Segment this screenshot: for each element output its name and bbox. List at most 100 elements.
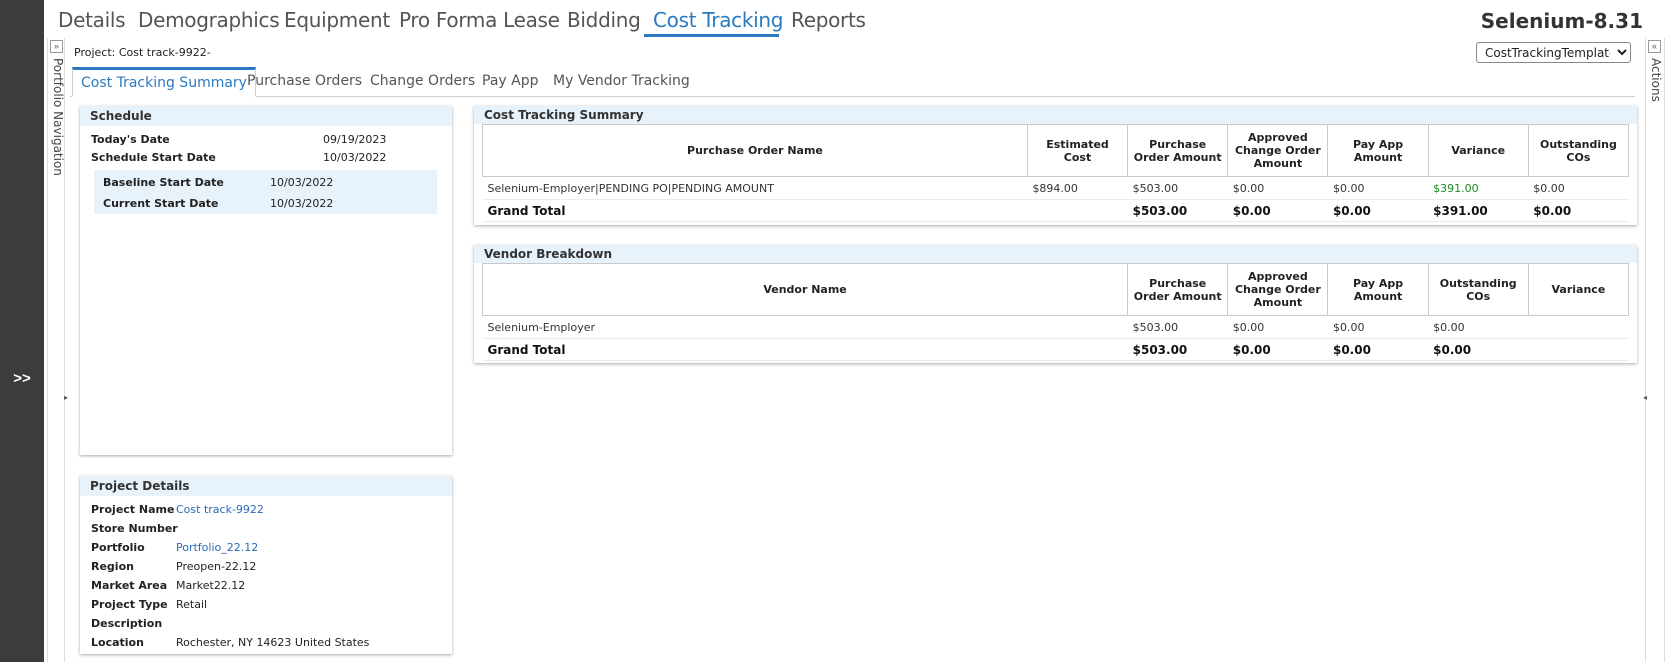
expand-button[interactable]: >>	[0, 370, 44, 387]
table-cell: $0.00	[1528, 176, 1629, 200]
table-cell: $0.00	[1327, 199, 1429, 222]
app-brand: Selenium-8.31	[1480, 9, 1643, 33]
cost-tracking-summary-panel: Cost Tracking Summary Purchase Order Nam…	[474, 106, 1637, 225]
cost-summary-title: Cost Tracking Summary	[474, 106, 1637, 124]
table-cell: Grand Total	[482, 338, 1128, 361]
caret-left-icon[interactable]: ◂	[1643, 393, 1647, 402]
template-select[interactable]: CostTrackingTemplate	[1476, 42, 1631, 63]
schedule-start-label: Schedule Start Date	[91, 151, 216, 164]
column-header[interactable]: Variance	[1527, 263, 1630, 316]
table-cell: $0.00	[1227, 199, 1328, 222]
project-label: Project: Cost track-9922-	[74, 46, 211, 59]
tab-equipment[interactable]: Equipment	[284, 8, 390, 32]
caret-right-icon[interactable]: ▸	[64, 393, 68, 402]
table-cell: $0.00	[1227, 338, 1328, 361]
baseline-start-label: Baseline Start Date	[103, 176, 224, 189]
project-type-value: Retail	[176, 598, 208, 611]
table-cell: $0.00	[1428, 338, 1529, 361]
column-header[interactable]: Outstanding COs	[1427, 263, 1529, 316]
region-value: Preopen-22.12	[176, 560, 257, 573]
location-value: Rochester, NY 14623 United States	[176, 636, 370, 649]
description-label: Description	[91, 617, 163, 630]
schedule-dates-block: Baseline Start Date 10/03/2022 Current S…	[94, 170, 437, 214]
table-cell: $0.00	[1428, 315, 1529, 339]
left-rail: >>	[0, 0, 44, 662]
project-name-link[interactable]: Cost track-9922	[176, 503, 264, 516]
actions-panel: « Actions ◂	[1643, 38, 1665, 662]
column-header[interactable]: Approved Change Order Amount	[1227, 263, 1329, 316]
todays-date-label: Today's Date	[91, 133, 170, 146]
table-cell	[1528, 338, 1629, 361]
sub-tabs: Cost Tracking Summary Purchase Orders Ch…	[70, 67, 1635, 97]
current-start-value: 10/03/2022	[270, 197, 334, 210]
location-label: Location	[91, 636, 144, 649]
baseline-start-value: 10/03/2022	[270, 176, 334, 189]
vendor-breakdown-title: Vendor Breakdown	[474, 245, 1637, 263]
portfolio-navigation-panel: » Portfolio Navigation ▸	[47, 38, 68, 662]
tab-bidding[interactable]: Bidding	[567, 8, 641, 32]
table-cell: $0.00	[1227, 315, 1328, 339]
project-name-label: Project Name	[91, 503, 175, 516]
double-chevron-right-icon[interactable]: »	[50, 40, 63, 53]
table-cell: $0.00	[1227, 176, 1328, 200]
store-number-label: Store Number	[91, 522, 178, 535]
project-details-panel: Project Details Project Name Cost track-…	[80, 476, 452, 654]
market-area-label: Market Area	[91, 579, 168, 592]
table-cell: Selenium-Employer	[482, 315, 1128, 339]
actions-label[interactable]: Actions	[1649, 58, 1663, 102]
column-header[interactable]: Outstanding COs	[1527, 124, 1630, 177]
table-cell: $391.00	[1428, 199, 1529, 222]
active-tab-underline	[644, 34, 779, 37]
project-type-label: Project Type	[91, 598, 168, 611]
project-details-title: Project Details	[80, 476, 452, 496]
tab-details[interactable]: Details	[58, 8, 126, 32]
subtab-pay-app[interactable]: Pay App	[482, 73, 538, 89]
column-header[interactable]: Pay App Amount	[1327, 263, 1429, 316]
column-header[interactable]: Purchase Order Amount	[1127, 263, 1229, 316]
subtab-my-vendor-tracking[interactable]: My Vendor Tracking	[553, 73, 690, 89]
table-cell: $0.00	[1327, 176, 1429, 200]
table-row[interactable]: Selenium-Employer|PENDING PO|PENDING AMO…	[482, 176, 1629, 200]
table-header-row: Vendor Name Purchase Order Amount Approv…	[481, 263, 1630, 316]
main-nav: Details Demographics Equipment Pro Forma…	[48, 0, 1669, 38]
portfolio-label: Portfolio	[91, 541, 145, 554]
current-start-label: Current Start Date	[103, 197, 219, 210]
subtab-cost-tracking-summary[interactable]: Cost Tracking Summary	[72, 67, 256, 97]
table-cell: $0.00	[1327, 338, 1429, 361]
table-cell	[1528, 315, 1629, 339]
column-header[interactable]: Purchase Order Amount	[1127, 124, 1229, 177]
column-header[interactable]: Approved Change Order Amount	[1227, 124, 1329, 177]
todays-date-value: 09/19/2023	[323, 133, 387, 146]
column-header[interactable]: Estimated Cost	[1026, 124, 1129, 177]
table-cell: $391.00	[1428, 176, 1529, 200]
portfolio-navigation-label[interactable]: Portfolio Navigation	[51, 58, 65, 176]
table-cell: $0.00	[1528, 199, 1629, 222]
grand-total-row: Grand Total $503.00 $0.00 $0.00 $391.00 …	[482, 199, 1629, 222]
tab-pro-forma-lease[interactable]: Pro Forma Lease	[399, 8, 560, 32]
column-header[interactable]: Variance	[1427, 124, 1529, 177]
tab-demographics[interactable]: Demographics	[138, 8, 280, 32]
table-cell: $503.00	[1127, 176, 1228, 200]
subtab-purchase-orders[interactable]: Purchase Orders	[247, 73, 362, 89]
portfolio-link[interactable]: Portfolio_22.12	[176, 541, 258, 554]
vendor-breakdown-panel: Vendor Breakdown Vendor Name Purchase Or…	[474, 245, 1637, 363]
region-label: Region	[91, 560, 134, 573]
table-cell	[1027, 199, 1128, 222]
vendor-breakdown-table: Vendor Name Purchase Order Amount Approv…	[481, 263, 1630, 361]
table-row[interactable]: Selenium-Employer $503.00 $0.00 $0.00 $0…	[482, 315, 1629, 339]
column-header[interactable]: Pay App Amount	[1327, 124, 1429, 177]
tab-reports[interactable]: Reports	[791, 8, 866, 32]
subtab-change-orders[interactable]: Change Orders	[370, 73, 475, 89]
table-cell: $503.00	[1127, 199, 1228, 222]
schedule-title: Schedule	[80, 106, 452, 126]
double-chevron-left-icon[interactable]: «	[1648, 40, 1661, 53]
column-header[interactable]: Vendor Name	[481, 263, 1129, 316]
tab-cost-tracking[interactable]: Cost Tracking	[653, 8, 783, 32]
column-header[interactable]: Purchase Order Name	[482, 124, 1028, 177]
schedule-start-value: 10/03/2022	[323, 151, 387, 164]
schedule-panel: Schedule Today's Date 09/19/2023 Schedul…	[80, 106, 452, 455]
table-cell: Grand Total	[482, 199, 1028, 222]
table-cell: $503.00	[1127, 338, 1228, 361]
grand-total-row: Grand Total $503.00 $0.00 $0.00 $0.00	[482, 338, 1629, 361]
table-cell: Selenium-Employer|PENDING PO|PENDING AMO…	[482, 176, 1028, 200]
